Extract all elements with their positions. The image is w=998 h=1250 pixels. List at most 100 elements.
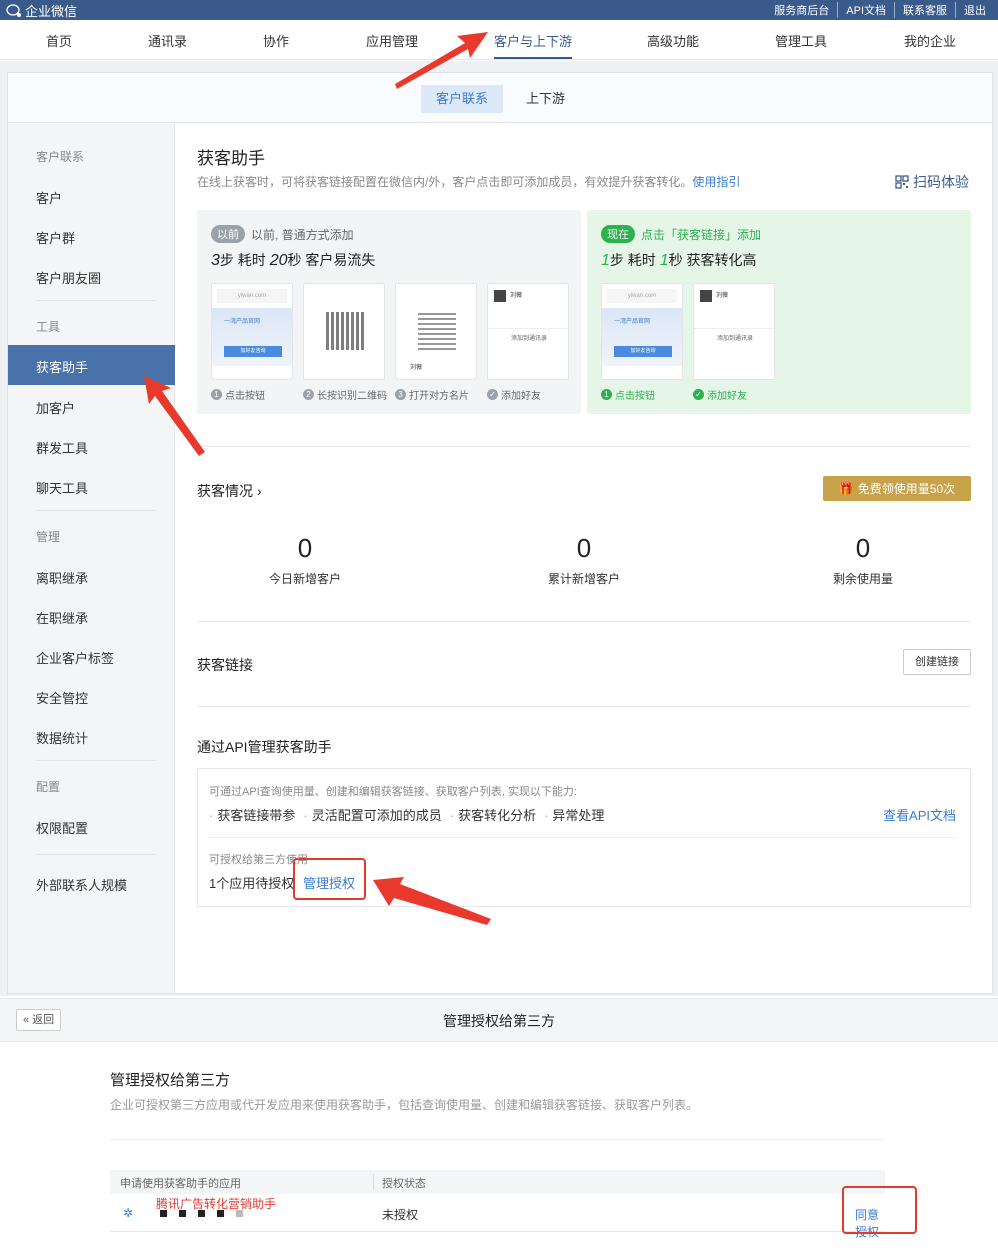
before-step-2: 2 长按识别二维码 bbox=[303, 387, 387, 402]
sidebar-item-statistics[interactable]: 数据统计 bbox=[36, 728, 88, 747]
top-bar: 企业微信 服务商后台 API文档 联系客服 退出 bbox=[0, 0, 998, 20]
nav-collaboration[interactable]: 协作 bbox=[263, 31, 289, 50]
qrcode-image bbox=[326, 312, 364, 350]
comparison-now-card: 现在 点击「获客链接」添加 1步 耗时 1秒 获客转化高 yiwan.com 一… bbox=[587, 210, 971, 414]
sidebar-item-moments[interactable]: 客户朋友圈 bbox=[36, 268, 101, 287]
sidebar-item-label: 获客助手 bbox=[36, 360, 89, 375]
mock-landing-page: yiwan.com 一湾产品官网 加好友咨询 bbox=[211, 283, 293, 380]
mock-product: 一湾产品官网 bbox=[224, 319, 261, 325]
sidebar-item-acquisition-assistant[interactable]: 获客助手 bbox=[8, 345, 175, 385]
now-summary-text-a: 步 耗时 bbox=[609, 252, 660, 268]
stat-label: 剩余使用量 bbox=[832, 572, 893, 586]
create-link-button[interactable]: 创建链接 bbox=[903, 649, 971, 675]
stat-today-new: 0 今日新增客户 bbox=[215, 533, 395, 587]
sidebar-item-security[interactable]: 安全管控 bbox=[36, 688, 88, 707]
sidebar-item-customer-groups[interactable]: 客户群 bbox=[36, 228, 75, 247]
nav-tools[interactable]: 管理工具 bbox=[775, 31, 827, 50]
api-feature: 获客链接带参 bbox=[209, 805, 295, 824]
mock-add-contact: 添加到通讯录 bbox=[694, 328, 774, 342]
nav-customers-upstream[interactable]: 客户与上下游 bbox=[494, 31, 573, 59]
guide-link[interactable]: 使用指引 bbox=[692, 175, 740, 189]
auth-page-header: « 返回 管理授权给第三方 bbox=[0, 998, 998, 1042]
mock-url: yiwan.com bbox=[607, 289, 677, 303]
mock-profile-card: 刘薇 添加到通讯录 bbox=[487, 283, 569, 380]
divider bbox=[197, 446, 971, 447]
sidebar-item-customers[interactable]: 客户 bbox=[36, 188, 62, 207]
before-steps-count: 3 bbox=[211, 252, 220, 269]
divider bbox=[110, 1139, 885, 1140]
divider bbox=[209, 837, 957, 838]
mock-card-name: 刘薇 bbox=[410, 365, 423, 371]
sidebar-group-management: 管理 bbox=[36, 530, 61, 544]
tab-upstream-downstream[interactable]: 上下游 bbox=[511, 85, 580, 113]
sidebar-divider bbox=[36, 300, 156, 301]
main-nav: 首页 通讯录 协作 应用管理 客户与上下游 高级功能 管理工具 我的企业 bbox=[0, 20, 998, 60]
nav-contacts[interactable]: 通讯录 bbox=[148, 31, 187, 50]
stats-section-title[interactable]: 获客情况 › bbox=[197, 481, 262, 501]
nav-app-management[interactable]: 应用管理 bbox=[366, 31, 418, 50]
column-separator bbox=[373, 1174, 374, 1190]
page-title: 获客助手 bbox=[197, 149, 265, 168]
avatar bbox=[700, 290, 712, 302]
sidebar-item-customer-tags[interactable]: 企业客户标签 bbox=[36, 648, 114, 667]
sidebar-item-external-scale[interactable]: 外部联系人规模 bbox=[36, 875, 127, 894]
masked-app-name bbox=[160, 1210, 243, 1217]
sidebar-item-permissions[interactable]: 权限配置 bbox=[36, 818, 88, 837]
now-header-text: 点击「获客链接」添加 bbox=[641, 227, 762, 242]
free-usage-button[interactable]: 🎁 免费领使用量50次 bbox=[823, 476, 971, 501]
sidebar: 客户联系 客户 客户群 客户朋友圈 工具 获客助手 加客户 群发工具 聊天工具 … bbox=[8, 124, 175, 993]
mock-qrcode-card: 刘薇 bbox=[395, 283, 477, 380]
mock-hero: 一湾产品官网 加好友咨询 bbox=[212, 308, 292, 366]
before-summary: 3步 耗时 20秒 客户易流失 bbox=[211, 250, 375, 270]
sidebar-item-mass-send[interactable]: 群发工具 bbox=[36, 438, 88, 457]
mock-profile-name: 刘薇 bbox=[510, 293, 523, 299]
sidebar-group-config: 配置 bbox=[36, 780, 61, 794]
nav-advanced[interactable]: 高级功能 bbox=[647, 31, 699, 50]
sidebar-item-active-inheritance[interactable]: 在职继承 bbox=[36, 608, 88, 627]
stat-label: 今日新增客户 bbox=[268, 572, 341, 586]
before-summary-text-b: 秒 客户易流失 bbox=[287, 252, 376, 268]
stat-label: 累计新增客户 bbox=[547, 572, 620, 586]
sidebar-item-chat-tools[interactable]: 聊天工具 bbox=[36, 478, 88, 497]
auth-title: 管理授权给第三方 bbox=[110, 1072, 231, 1089]
top-link-api-docs[interactable]: API文档 bbox=[837, 2, 894, 18]
top-link-provider[interactable]: 服务商后台 bbox=[766, 2, 837, 18]
mock-hero: 一湾产品官网 加好友咨询 bbox=[602, 308, 682, 366]
mock-profile: 刘薇 bbox=[700, 290, 728, 302]
mock-landing-page: yiwan.com 一湾产品官网 加好友咨询 bbox=[601, 283, 683, 380]
api-doc-link[interactable]: 查看API文档 bbox=[883, 805, 956, 824]
divider bbox=[197, 621, 971, 622]
qrcode-icon bbox=[895, 175, 909, 189]
highlight-box bbox=[293, 858, 366, 900]
nav-home[interactable]: 首页 bbox=[46, 31, 72, 50]
sub-tabs: 客户联系 上下游 bbox=[8, 73, 992, 123]
scan-experience-button[interactable]: 扫码体验 bbox=[895, 172, 969, 192]
api-feature: 灵活配置可添加的成员 bbox=[303, 805, 442, 824]
now-badge: 现在 bbox=[601, 225, 635, 243]
sidebar-divider bbox=[36, 854, 156, 855]
stat-remaining: 0 剩余使用量 bbox=[773, 533, 953, 587]
tab-customer-contact[interactable]: 客户联系 bbox=[421, 85, 504, 113]
gift-icon: 🎁 bbox=[838, 481, 854, 496]
top-link-logout[interactable]: 退出 bbox=[955, 2, 994, 18]
api-feature: 获客转化分析 bbox=[450, 805, 536, 824]
top-link-support[interactable]: 联系客服 bbox=[894, 2, 955, 18]
now-steps-count: 1 bbox=[601, 252, 610, 269]
col-app: 申请使用获客助手的应用 bbox=[120, 1178, 241, 1190]
sidebar-divider bbox=[36, 760, 156, 761]
mock-profile-card: 刘薇 添加到通讯录 bbox=[693, 283, 775, 380]
api-features: 获客链接带参 灵活配置可添加的成员 获客转化分析 异常处理 bbox=[209, 805, 604, 824]
mock-cta: 加好友咨询 bbox=[614, 346, 672, 357]
sidebar-item-resigned-inheritance[interactable]: 离职继承 bbox=[36, 568, 88, 587]
stat-value: 0 bbox=[576, 533, 592, 563]
sidebar-item-add-customer[interactable]: 加客户 bbox=[36, 398, 75, 417]
table-row: ✲ 腾讯广告转化营销助手 未授权 同意授权 bbox=[110, 1194, 885, 1239]
nav-my-enterprise[interactable]: 我的企业 bbox=[904, 31, 956, 50]
mock-profile: 刘薇 bbox=[494, 290, 522, 302]
scan-label: 扫码体验 bbox=[913, 174, 969, 190]
before-step-4: ✓ 添加好友 bbox=[487, 387, 541, 402]
api-description: 可通过API查询使用量、创建和编辑获客链接、获取客户列表, 实现以下能力: bbox=[209, 786, 577, 798]
mock-profile-name: 刘薇 bbox=[716, 293, 729, 299]
app-logo[interactable]: 企业微信 bbox=[6, 1, 77, 20]
mock-qrcode-screen bbox=[303, 283, 385, 380]
